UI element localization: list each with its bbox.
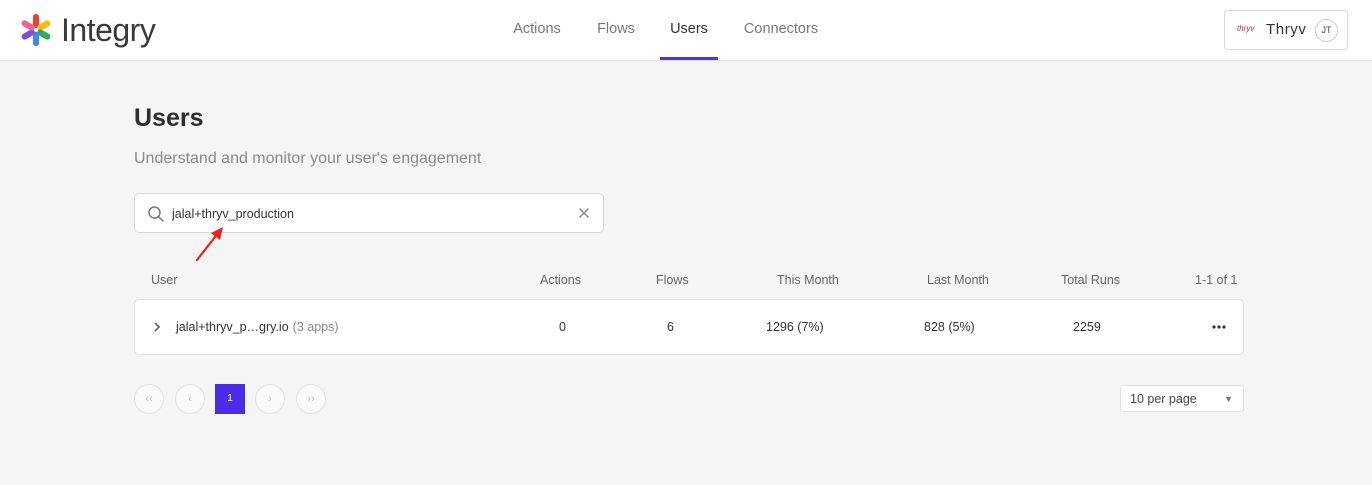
close-icon[interactable] [578, 207, 590, 219]
active-tab-indicator [660, 57, 718, 60]
first-page-button[interactable]: ‹‹ [134, 384, 164, 414]
account-switcher[interactable]: thryv Thryv JT [1224, 10, 1348, 50]
search-input[interactable] [172, 203, 562, 225]
page-subtitle: Understand and monitor your user's engag… [134, 150, 482, 167]
actions-cell: 0 [559, 320, 566, 334]
results-range: 1-1 of 1 [1195, 273, 1238, 287]
account-logo: thryv [1237, 24, 1255, 33]
caret-down-icon: ▼ [1224, 394, 1233, 404]
user-email: jalal+thryv_p…gry.io [176, 320, 289, 334]
per-page-select[interactable]: 10 per page ▼ [1120, 385, 1244, 412]
column-header-this-month: This Month [777, 273, 839, 287]
per-page-value: 10 per page [1130, 392, 1197, 406]
next-page-button[interactable]: › [255, 384, 285, 414]
avatar: JT [1315, 19, 1338, 42]
this-month-cell: 1296 (7%) [766, 320, 824, 334]
user-cell[interactable]: jalal+thryv_p…gry.io (3 apps) [176, 320, 339, 334]
page-title: Users [134, 104, 204, 132]
column-header-total-runs: Total Runs [1061, 273, 1121, 287]
nav-tab-connectors[interactable]: Connectors [738, 0, 824, 60]
nav-tab-flows[interactable]: Flows [590, 0, 642, 60]
last-page-button[interactable]: ›› [296, 384, 326, 414]
nav-tab-users[interactable]: Users [660, 0, 718, 60]
more-options-icon[interactable] [1211, 319, 1227, 335]
nav-tab-actions[interactable]: Actions [506, 0, 568, 60]
previous-page-button[interactable]: ‹ [175, 384, 205, 414]
main-nav: Actions Flows Users Connectors [0, 0, 1372, 61]
current-page-button[interactable]: 1 [215, 384, 245, 414]
chevron-right-icon[interactable] [152, 321, 162, 333]
annotation-arrow-icon [195, 227, 223, 262]
last-month-cell: 828 (5%) [924, 320, 975, 334]
column-header-user: User [151, 273, 178, 287]
column-header-flows: Flows [656, 273, 689, 287]
user-app-count: (3 apps) [292, 320, 339, 334]
account-name: Thryv [1266, 21, 1307, 38]
flows-cell: 6 [667, 320, 674, 334]
column-header-last-month: Last Month [927, 273, 989, 287]
total-runs-cell: 2259 [1073, 320, 1101, 334]
top-navbar: Integry Actions Flows Users Connectors t… [0, 0, 1372, 61]
column-header-actions: Actions [540, 273, 581, 287]
table-row[interactable]: jalal+thryv_p…gry.io (3 apps) 0 6 1296 (7… [134, 299, 1244, 355]
search-icon [148, 206, 164, 222]
